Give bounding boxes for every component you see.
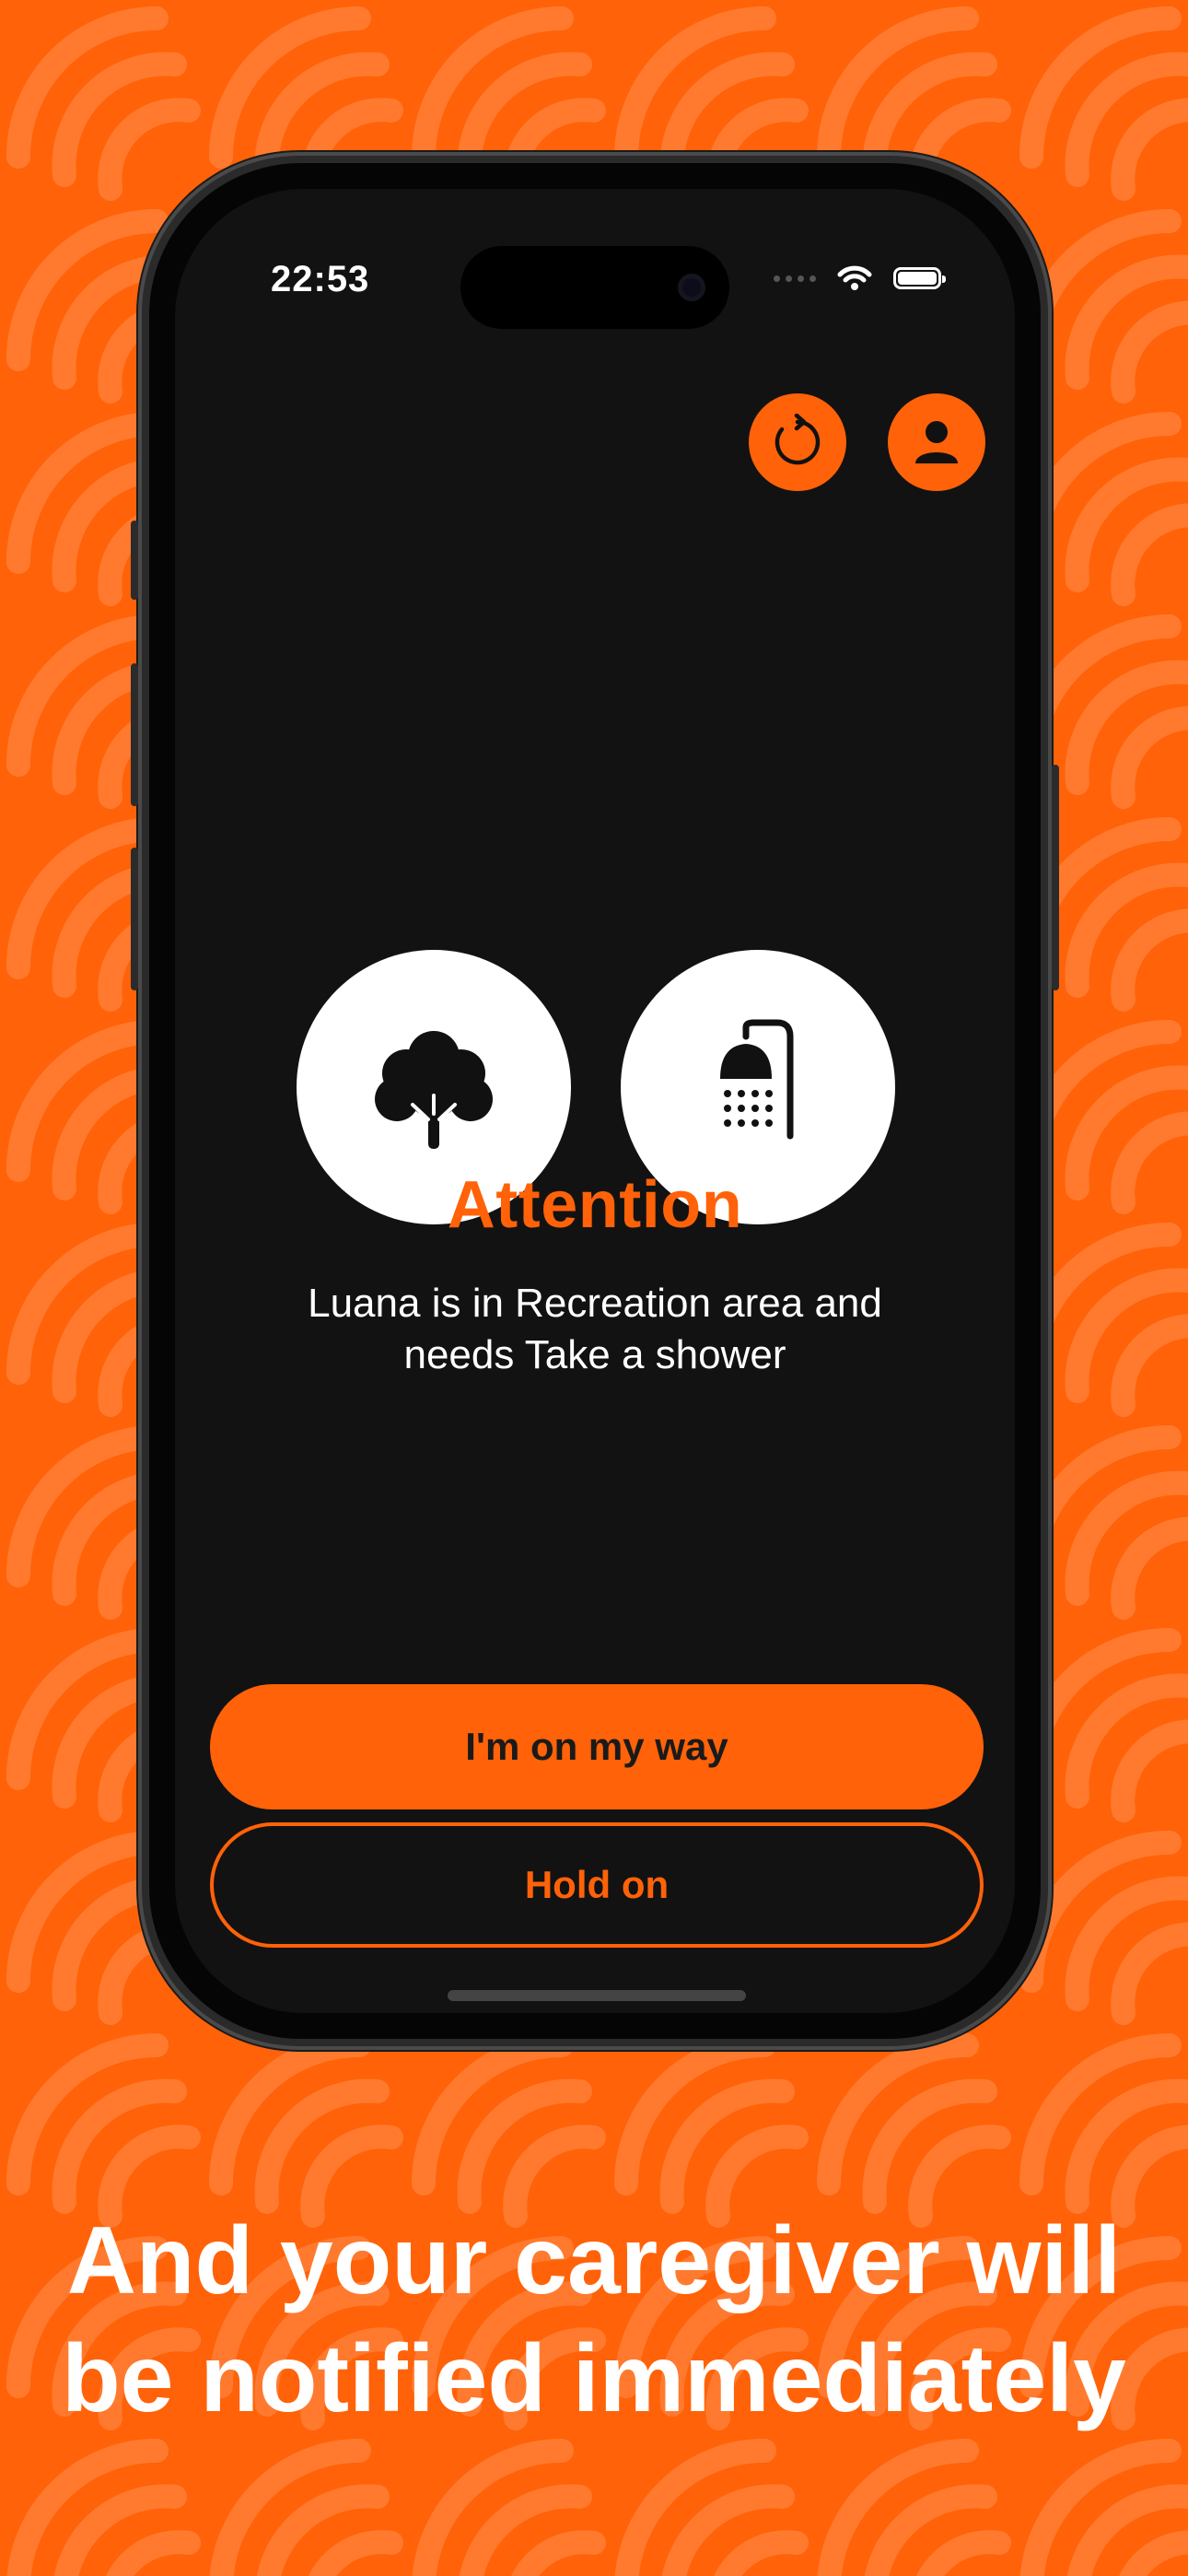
dynamic-island — [460, 246, 729, 329]
power-button — [1052, 765, 1059, 990]
status-time: 22:53 — [271, 259, 370, 299]
wifi-icon — [837, 265, 872, 290]
refresh-button[interactable] — [749, 393, 846, 491]
front-camera — [678, 274, 705, 301]
caption-line-1: And your caregiver will — [66, 2207, 1122, 2314]
on-my-way-button[interactable]: I'm on my way — [210, 1684, 984, 1809]
marketing-caption: And your caregiver will be notified imme… — [0, 2202, 1188, 2438]
hold-on-button[interactable]: Hold on — [210, 1822, 984, 1948]
alert-message: Luana is in Recreation area and needs Ta… — [308, 1281, 882, 1377]
alert-title: Attention — [447, 1168, 743, 1242]
person-icon — [915, 421, 958, 463]
app-screen: 22:53 Attention Luana is in Recreation a… — [175, 189, 1015, 2013]
status-indicators — [774, 264, 946, 292]
profile-button[interactable] — [888, 393, 985, 491]
volume-down-button — [131, 848, 138, 990]
tree-icon — [375, 1031, 493, 1149]
shower-icon — [720, 1019, 794, 1140]
battery-icon — [893, 267, 946, 289]
action-button — [131, 521, 138, 600]
phone-frame: 22:53 Attention Luana is in Recreation a… — [131, 152, 1059, 2050]
home-indicator[interactable] — [448, 1990, 746, 2001]
caption-line-2: be notified immediately — [62, 2325, 1126, 2432]
refresh-icon — [775, 414, 821, 465]
cellular-signal-icon — [774, 275, 816, 282]
volume-up-button — [131, 663, 138, 806]
